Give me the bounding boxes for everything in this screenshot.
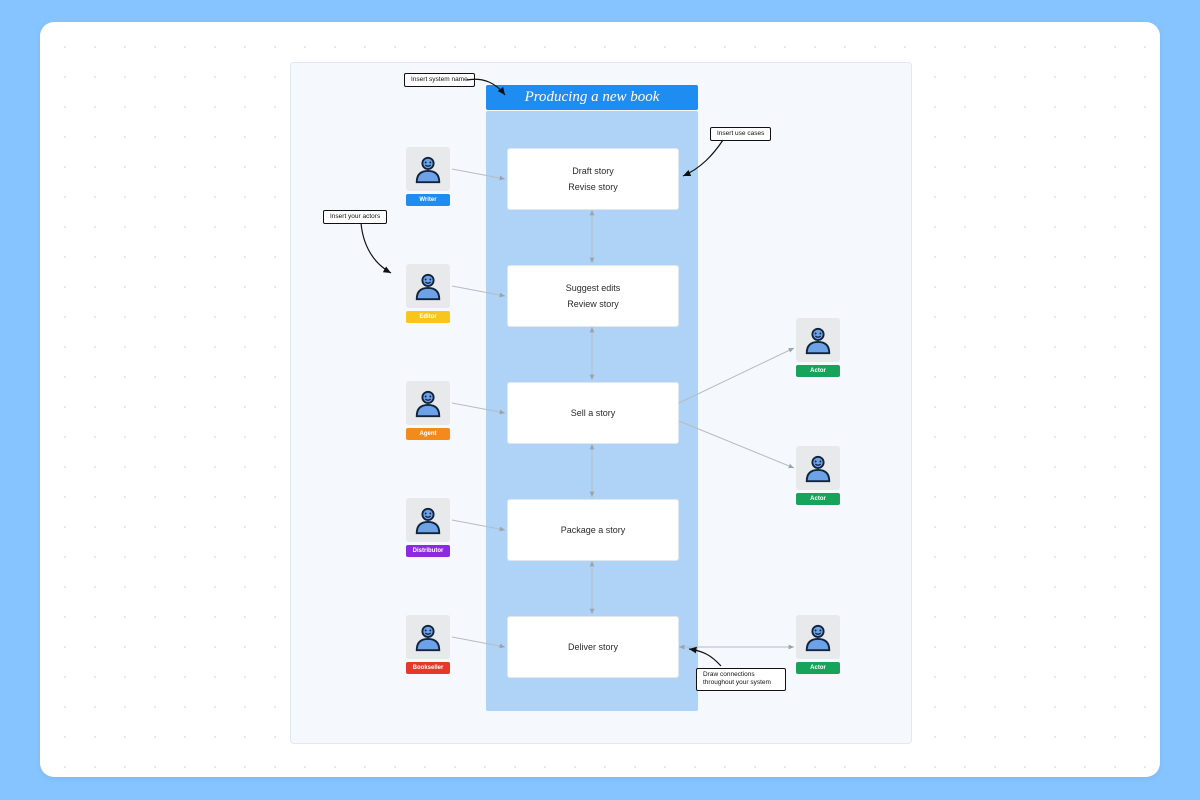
actor-label: Actor: [796, 365, 840, 377]
actor-label: Agent: [406, 428, 450, 440]
usecase-sell[interactable]: Sell a story: [507, 382, 679, 444]
usecase-text: Revise story: [568, 179, 618, 195]
actor-label: Writer: [406, 194, 450, 206]
actor-label: Actor: [796, 493, 840, 505]
diagram-panel: Producing a new book Draft story Revise …: [290, 62, 912, 744]
person-icon: [406, 498, 450, 542]
usecase-deliver[interactable]: Deliver story: [507, 616, 679, 678]
usecase-package[interactable]: Package a story: [507, 499, 679, 561]
usecase-text: Package a story: [561, 522, 626, 538]
actor-editor[interactable]: Editor: [406, 264, 450, 323]
person-icon: [406, 147, 450, 191]
actor-label: Bookseller: [406, 662, 450, 674]
person-icon: [406, 381, 450, 425]
actor-distributor[interactable]: Distributor: [406, 498, 450, 557]
actor-right-2[interactable]: Actor: [796, 446, 840, 505]
callout-system-name[interactable]: Insert system name: [404, 73, 475, 87]
person-icon: [796, 446, 840, 490]
usecase-text: Draft story: [572, 163, 614, 179]
usecase-text: Deliver story: [568, 639, 618, 655]
actor-label: Editor: [406, 311, 450, 323]
callout-actors[interactable]: Insert your actors: [323, 210, 387, 224]
person-icon: [406, 615, 450, 659]
system-title[interactable]: Producing a new book: [486, 85, 698, 110]
callout-line: throughout your system: [703, 679, 771, 686]
callout-connections[interactable]: Draw connections throughout your system: [696, 668, 786, 691]
actor-agent[interactable]: Agent: [406, 381, 450, 440]
actor-label: Actor: [796, 662, 840, 674]
callout-line: Draw connections: [703, 671, 755, 678]
person-icon: [796, 615, 840, 659]
person-icon: [406, 264, 450, 308]
canvas-frame[interactable]: Producing a new book Draft story Revise …: [40, 22, 1160, 777]
usecase-text: Suggest edits: [566, 280, 621, 296]
usecase-text: Sell a story: [571, 405, 616, 421]
actor-label: Distributor: [406, 545, 450, 557]
actor-right-1[interactable]: Actor: [796, 318, 840, 377]
usecase-text: Review story: [567, 296, 619, 312]
person-icon: [796, 318, 840, 362]
actor-right-3[interactable]: Actor: [796, 615, 840, 674]
actor-bookseller[interactable]: Bookseller: [406, 615, 450, 674]
actor-writer[interactable]: Writer: [406, 147, 450, 206]
callout-usecases[interactable]: Insert use cases: [710, 127, 771, 141]
usecase-suggest-review[interactable]: Suggest edits Review story: [507, 265, 679, 327]
usecase-draft-revise[interactable]: Draft story Revise story: [507, 148, 679, 210]
